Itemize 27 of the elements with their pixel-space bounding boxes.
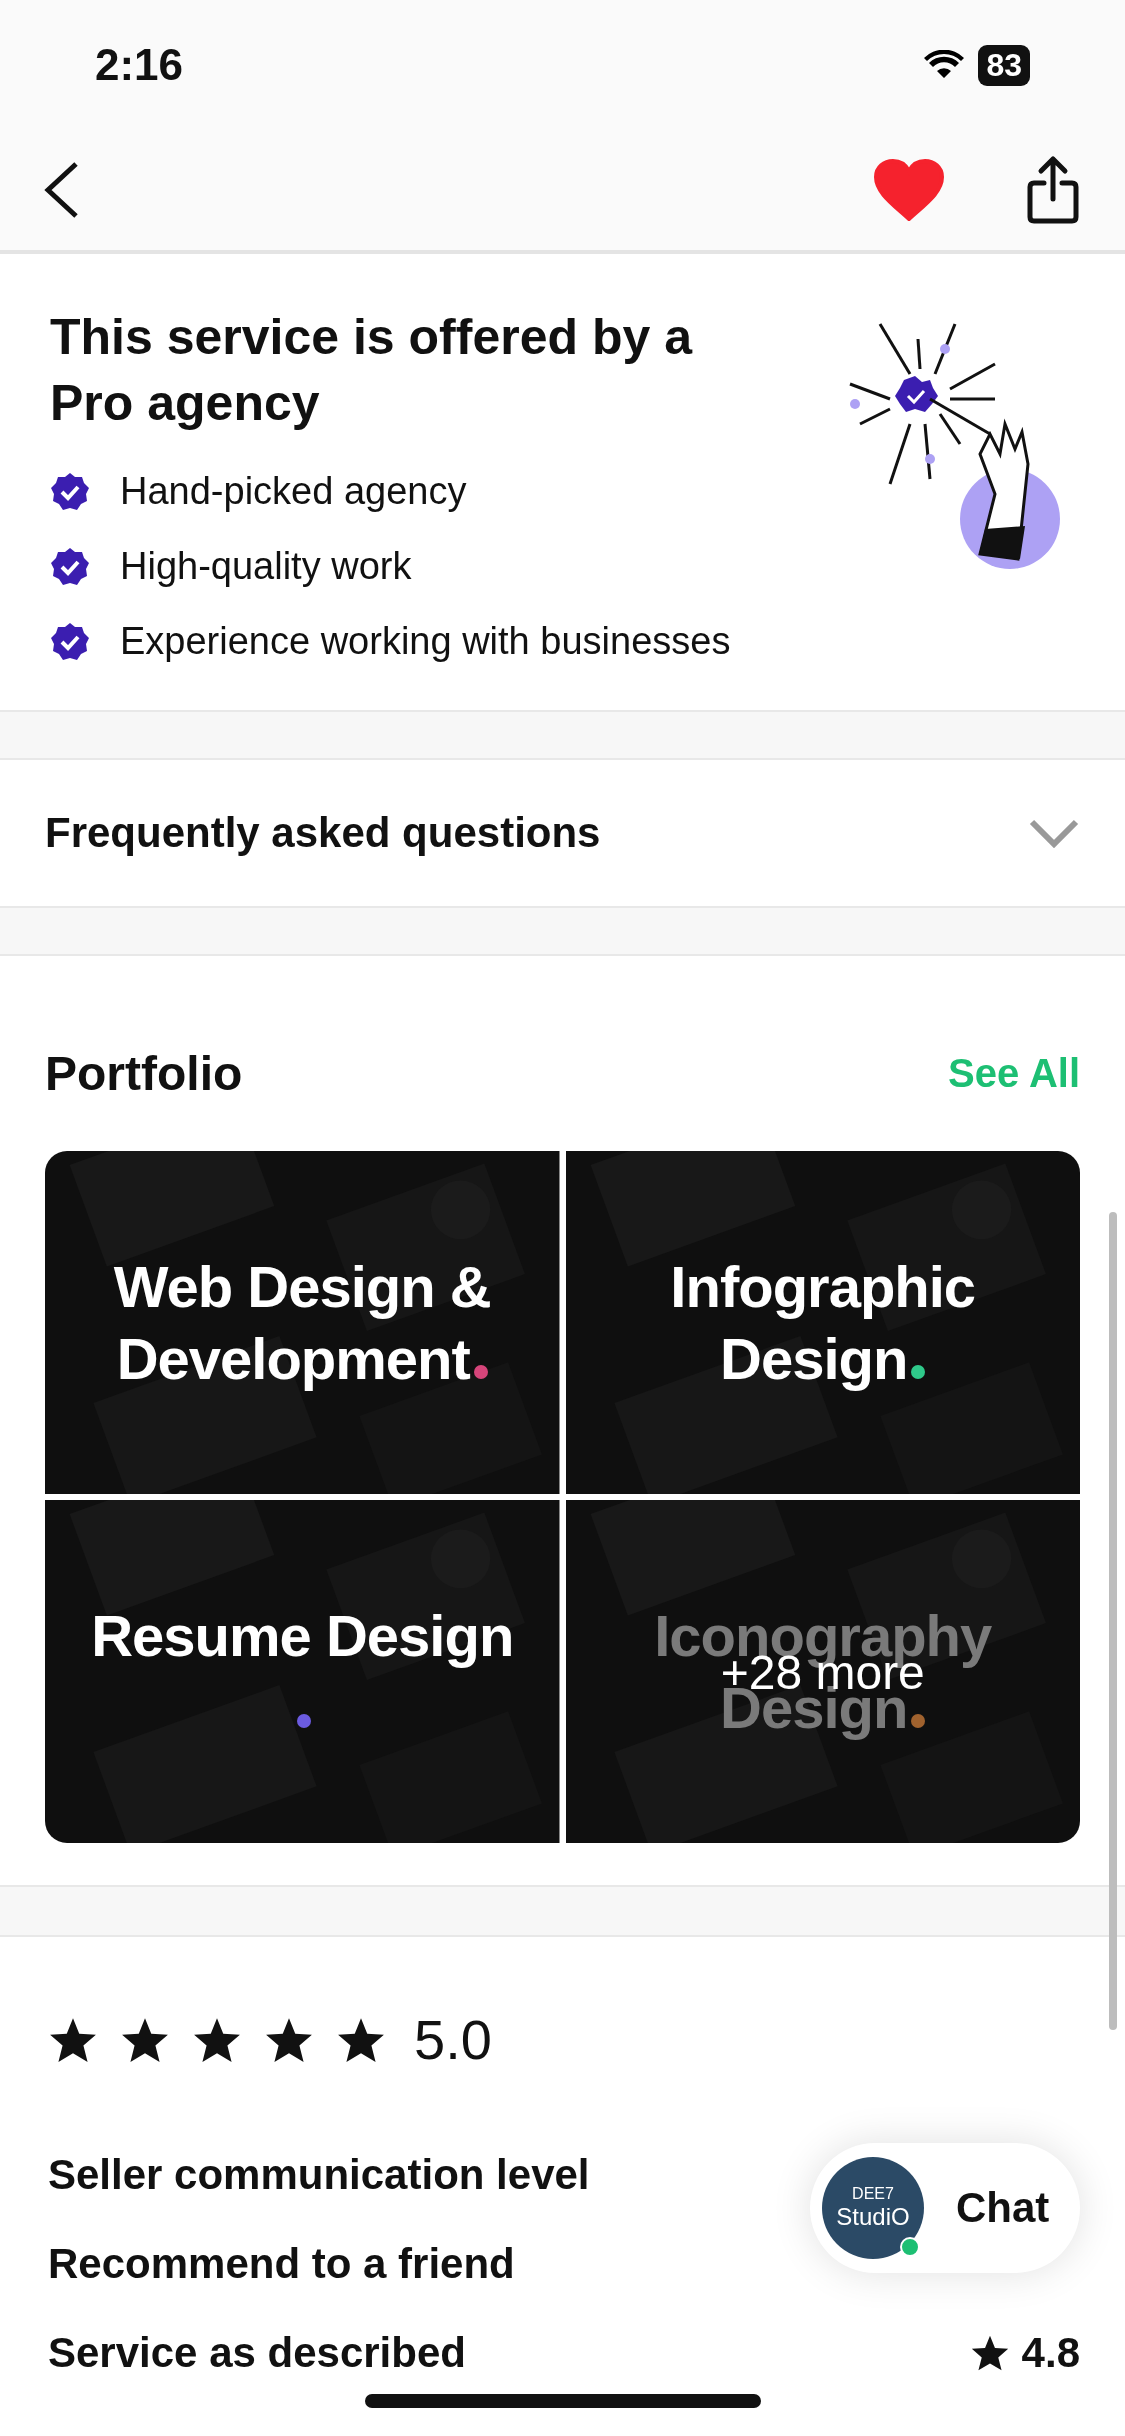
heart-icon[interactable]: [874, 159, 944, 221]
tile-title: Web Design & Development: [112, 1252, 492, 1393]
status-time: 2:16: [95, 40, 184, 90]
feature-text: Hand-picked agency: [120, 470, 467, 513]
chat-button[interactable]: DEE7 StudiO Chat: [810, 2143, 1080, 2273]
seller-avatar: DEE7 StudiO: [822, 2157, 924, 2259]
faq-row[interactable]: Frequently asked questions: [0, 760, 1125, 906]
portfolio-tile[interactable]: Resume Design: [45, 1500, 560, 1843]
verified-badge-icon: [50, 471, 90, 512]
wifi-icon: [924, 50, 965, 80]
rating-value: 4.8: [1021, 2328, 1080, 2377]
rating-label: Recommend to a friend: [48, 2239, 515, 2288]
portfolio-tile[interactable]: Web Design & Development: [45, 1151, 560, 1494]
feature-text: Experience working with businesses: [120, 620, 731, 663]
feature-text: High-quality work: [120, 545, 412, 588]
tile-title: Resume Design: [82, 1599, 523, 1744]
verified-badge-icon: [50, 546, 90, 587]
verified-badge-icon: [50, 621, 90, 662]
battery-level: 83: [978, 44, 1030, 86]
rating-label: Service as described: [48, 2328, 466, 2377]
portfolio-tile[interactable]: Infographic Design: [565, 1151, 1080, 1494]
share-icon[interactable]: [1026, 155, 1080, 225]
rating-score: 5.0: [414, 2007, 492, 2072]
section-title: This service is offered by a Pro agency: [50, 308, 694, 433]
tile-title: Infographic Design: [669, 1252, 977, 1393]
rating-label: Seller communication level: [48, 2150, 590, 2199]
section-title: Portfolio: [45, 1046, 243, 1101]
